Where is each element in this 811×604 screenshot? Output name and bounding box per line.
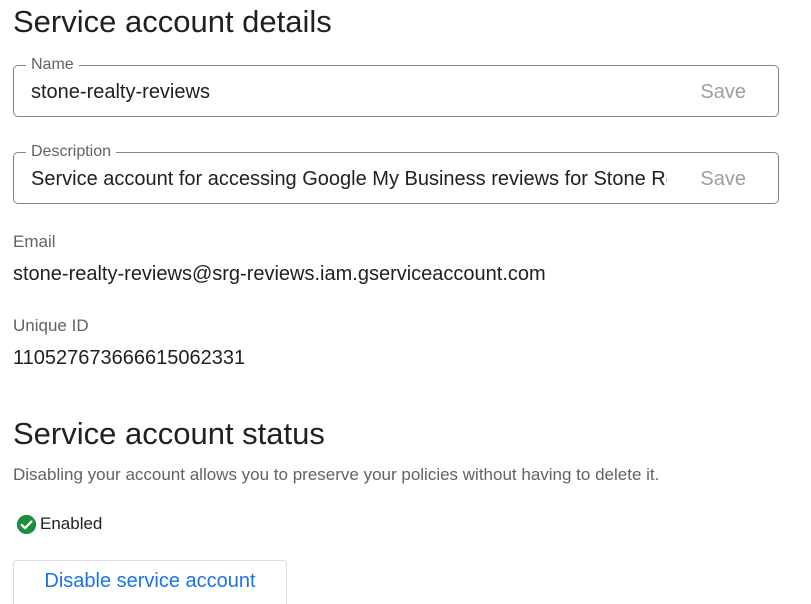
service-account-page: Service account details Name stone-realt… (0, 0, 811, 604)
disable-service-account-button[interactable]: Disable service account (13, 560, 287, 604)
name-input[interactable]: stone-realty-reviews (31, 80, 667, 104)
status-label: Enabled (40, 514, 103, 533)
email-label: Email (13, 232, 56, 251)
description-field[interactable]: Description Service account for accessin… (13, 142, 779, 204)
description-input[interactable]: Service account for accessing Google My … (31, 167, 667, 191)
unique-id-label: Unique ID (13, 316, 89, 335)
email-value: stone-realty-reviews@srg-reviews.iam.gse… (13, 263, 546, 285)
check-circle-icon (16, 514, 37, 535)
status-description: Disabling your account allows you to pre… (13, 465, 660, 484)
status-indicator: Enabled (16, 513, 102, 535)
description-save-button[interactable]: Save (700, 167, 746, 191)
page-title: Service account details (13, 4, 332, 39)
name-field[interactable]: Name stone-realty-reviews Save (13, 55, 779, 117)
name-save-button[interactable]: Save (700, 80, 746, 104)
status-section-title: Service account status (13, 416, 325, 451)
name-field-label: Name (26, 55, 79, 75)
description-field-label: Description (26, 142, 117, 162)
unique-id-value: 110527673666615062331 (13, 347, 246, 369)
